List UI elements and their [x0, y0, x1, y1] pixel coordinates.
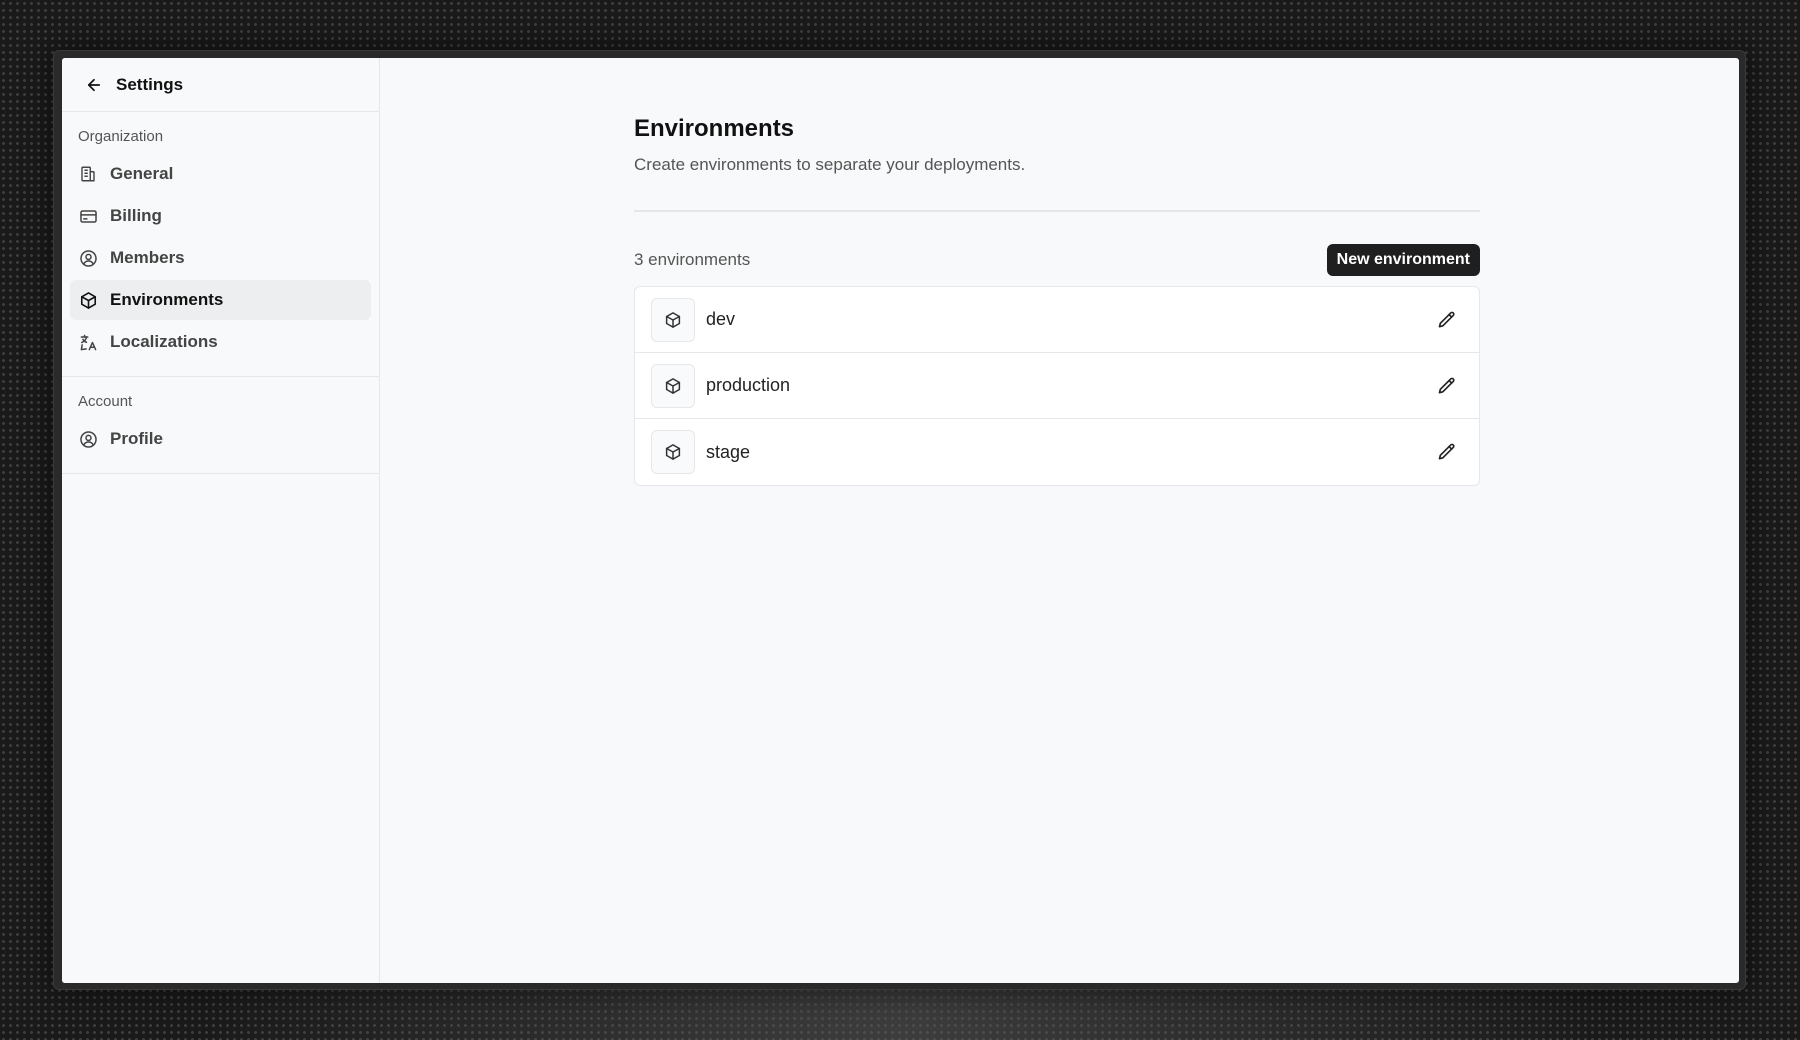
- divider: [634, 210, 1480, 212]
- environment-count: 3 environments: [634, 250, 751, 269]
- sidebar-item-label: General: [110, 164, 174, 183]
- edit-pencil-icon[interactable]: [1431, 304, 1463, 336]
- settings-title: Settings: [116, 74, 184, 94]
- sidebar-item-billing[interactable]: Billing: [70, 196, 371, 236]
- sidebar-section-organization: Organization General Billing Members Env…: [62, 112, 379, 377]
- section-label-account: Account: [78, 393, 133, 410]
- sidebar-item-members[interactable]: Members: [70, 238, 371, 278]
- page-title: Environments: [634, 115, 795, 142]
- cube-icon: [651, 363, 695, 408]
- sidebar-item-label: Profile: [110, 429, 163, 448]
- sidebar-item-label: Environments: [110, 290, 224, 309]
- main-content: Environments Create environments to sepa…: [380, 58, 1739, 983]
- cube-icon: [78, 290, 98, 310]
- cube-icon: [651, 297, 695, 342]
- cube-icon: [651, 430, 695, 474]
- environment-name: production: [706, 375, 791, 395]
- sidebar: Settings Organization General Billing Me…: [62, 58, 380, 983]
- user-circle-icon: [78, 248, 98, 268]
- sidebar-section-account: Account Profile: [62, 377, 379, 474]
- app-window: Settings Organization General Billing Me…: [62, 58, 1739, 983]
- edit-pencil-icon[interactable]: [1431, 370, 1463, 402]
- languages-icon: [78, 332, 98, 352]
- sidebar-item-label: Members: [110, 248, 185, 267]
- sidebar-item-general[interactable]: General: [70, 154, 371, 194]
- sidebar-item-label: Localizations: [110, 332, 218, 351]
- list-item: dev: [635, 287, 1479, 353]
- list-header: 3 environments New environment: [634, 244, 1480, 276]
- sidebar-item-label: Billing: [110, 206, 162, 225]
- environment-name: dev: [706, 309, 736, 329]
- section-label-organization: Organization: [78, 128, 164, 145]
- user-circle-icon: [78, 429, 98, 449]
- edit-pencil-icon[interactable]: [1431, 436, 1463, 468]
- environments-panel: Environments Create environments to sepa…: [634, 114, 1480, 486]
- sidebar-item-environments[interactable]: Environments: [70, 280, 371, 320]
- building-icon: [78, 164, 98, 184]
- list-item: production: [635, 353, 1479, 419]
- new-environment-button[interactable]: New environment: [1326, 244, 1480, 276]
- page-subtitle: Create environments to separate your dep…: [634, 155, 1026, 174]
- sidebar-item-profile[interactable]: Profile: [70, 419, 371, 459]
- sidebar-item-localizations[interactable]: Localizations: [70, 322, 371, 362]
- list-item: stage: [635, 419, 1479, 485]
- back-arrow-icon[interactable]: [84, 75, 104, 95]
- environment-name: stage: [706, 441, 751, 462]
- credit-card-icon: [78, 206, 98, 226]
- sidebar-header: Settings: [62, 58, 379, 112]
- environment-list: dev production stage: [634, 286, 1480, 486]
